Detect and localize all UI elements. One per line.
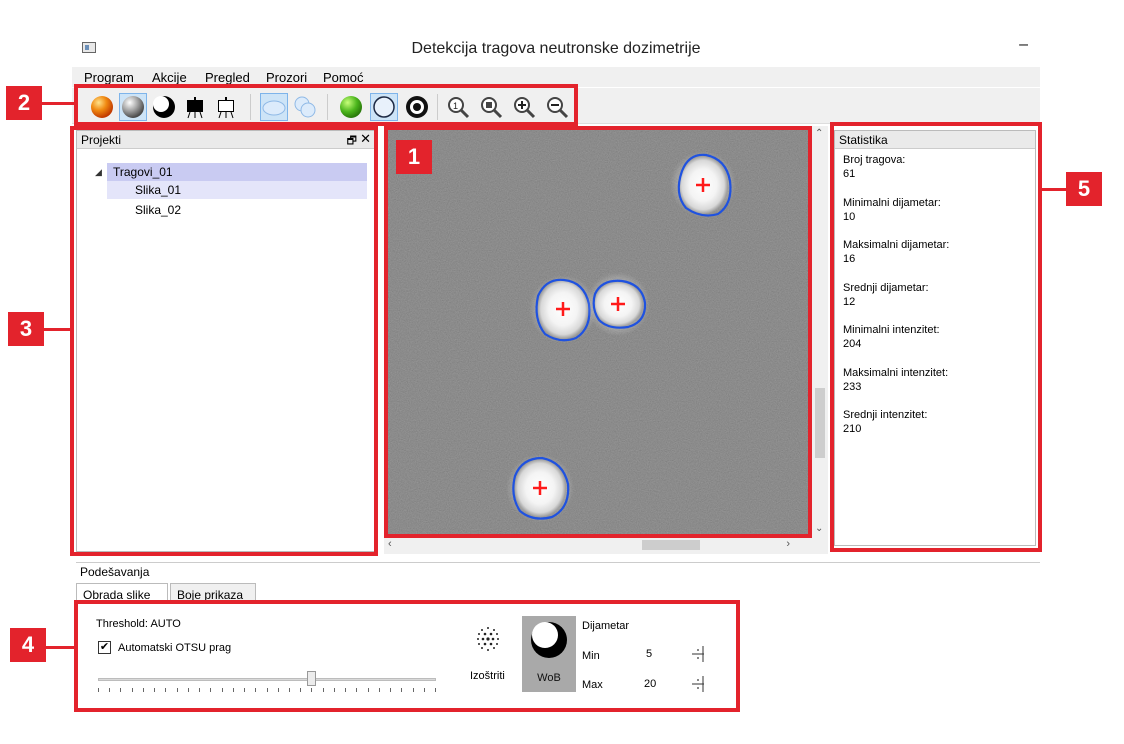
scroll-up-icon[interactable]: ⌃ <box>815 128 823 139</box>
callout-box-1 <box>384 126 812 538</box>
horizontal-scrollbar[interactable]: ‹ › <box>384 536 812 554</box>
menu-program[interactable]: Program <box>84 70 134 85</box>
horizontal-scroll-thumb[interactable] <box>642 540 700 550</box>
settings-title: Podešavanja <box>80 565 150 579</box>
callout-number-3: 3 <box>8 312 44 346</box>
menu-pomoc[interactable]: Pomoć <box>323 70 363 85</box>
screenshot-stage: Detekcija tragova neutronske dozimetrije… <box>0 0 1124 744</box>
callout-number-4: 4 <box>10 628 46 662</box>
callout-box-2 <box>74 84 578 126</box>
callout-number-1: 1 <box>396 140 432 174</box>
menu-prozori[interactable]: Prozori <box>266 70 307 85</box>
vertical-scroll-thumb[interactable] <box>815 388 825 458</box>
callout-line-4 <box>44 646 76 649</box>
callout-number-5: 5 <box>1066 172 1102 206</box>
window-title: Detekcija tragova neutronske dozimetrije <box>411 40 701 57</box>
callout-line-2 <box>42 102 76 105</box>
vertical-scrollbar[interactable]: ⌃ ⌄ <box>812 126 828 536</box>
title-bar: Detekcija tragova neutronske dozimetrije… <box>72 32 1040 65</box>
callout-box-3 <box>70 126 378 556</box>
scroll-right-icon[interactable]: › <box>786 538 790 550</box>
settings-divider <box>76 562 1040 563</box>
scroll-left-icon[interactable]: ‹ <box>388 538 392 550</box>
scroll-down-icon[interactable]: ⌄ <box>815 523 823 534</box>
callout-number-2: 2 <box>6 86 42 120</box>
menu-akcije[interactable]: Akcije <box>152 70 187 85</box>
callout-box-4 <box>74 600 740 712</box>
callout-line-5 <box>1040 188 1068 191</box>
minimize-button[interactable]: – <box>1019 36 1028 54</box>
menu-pregled[interactable]: Pregled <box>205 70 250 85</box>
callout-box-5 <box>830 122 1042 552</box>
callout-line-3 <box>44 328 72 331</box>
